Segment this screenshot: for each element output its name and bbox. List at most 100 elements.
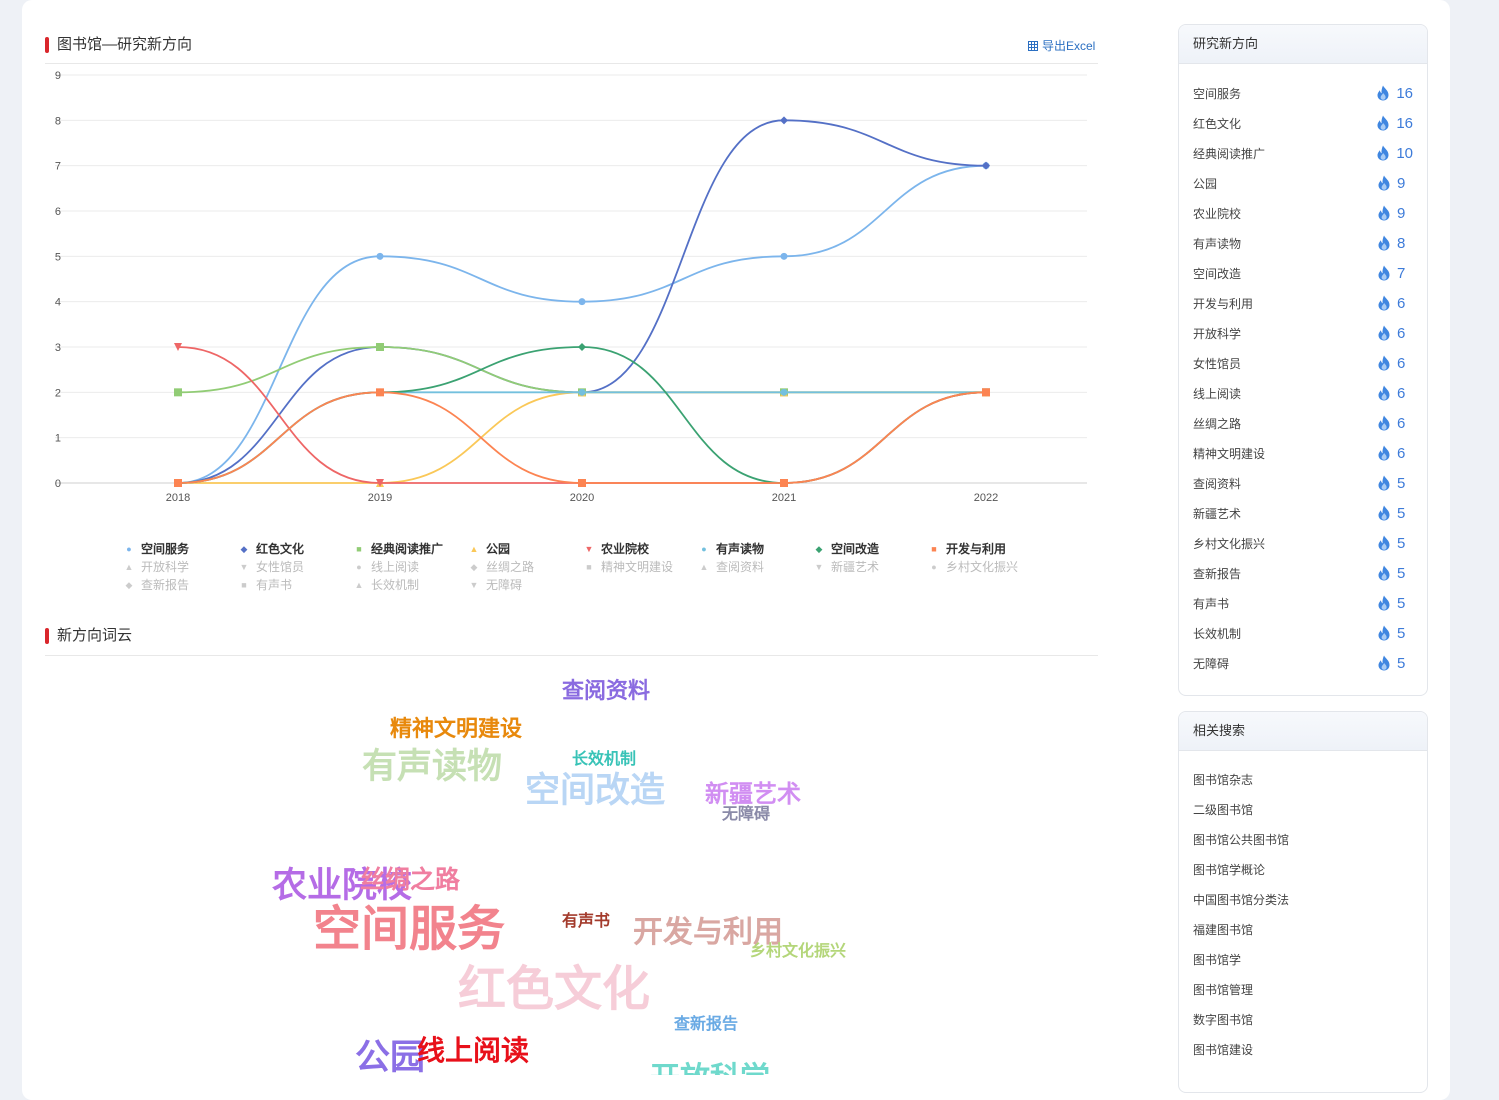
- research-direction-count: 6: [1397, 354, 1406, 372]
- wc-word[interactable]: 红色文化: [458, 966, 650, 1014]
- research-direction-item[interactable]: 红色文化 16: [1179, 108, 1427, 138]
- legend-item[interactable]: ■ 有声书: [237, 576, 352, 594]
- wc-word[interactable]: 查新报告: [674, 1017, 738, 1033]
- research-direction-count: 6: [1397, 384, 1406, 402]
- legend-marker: ◆: [125, 580, 133, 590]
- wc-word[interactable]: 无障碍: [722, 807, 770, 823]
- legend-item[interactable]: ▼ 新疆艺术: [812, 558, 927, 576]
- research-direction-item[interactable]: 线上阅读 6: [1179, 378, 1427, 408]
- legend-item[interactable]: ● 有声读物: [697, 540, 812, 558]
- legend-item[interactable]: ◆ 空间改造: [812, 540, 927, 558]
- legend-item[interactable]: ● 空间服务: [122, 540, 237, 558]
- legend-item[interactable]: ▲ 公园: [467, 540, 582, 558]
- research-direction-item[interactable]: 经典阅读推广 10: [1179, 138, 1427, 168]
- wc-word[interactable]: 线上阅读: [417, 1037, 529, 1065]
- related-search-item[interactable]: 图书馆公共图书馆: [1179, 825, 1427, 855]
- research-direction-item[interactable]: 查阅资料 5: [1179, 468, 1427, 498]
- legend-item[interactable]: ■ 开发与利用: [927, 540, 1042, 558]
- legend-label: 精神文明建设: [601, 560, 674, 574]
- research-direction-item[interactable]: 丝绸之路 6: [1179, 408, 1427, 438]
- research-direction-item[interactable]: 公园 9: [1179, 168, 1427, 198]
- related-search-item[interactable]: 图书馆学概论: [1179, 855, 1427, 885]
- legend-label: 有声书: [256, 578, 293, 592]
- legend-label: 女性馆员: [256, 560, 305, 574]
- related-search-item[interactable]: 图书馆管理: [1179, 975, 1427, 1005]
- series-空间改造: [174, 343, 990, 487]
- series-农业院校: [174, 343, 990, 487]
- research-direction-item[interactable]: 空间改造 7: [1179, 258, 1427, 288]
- legend-marker: ▼: [584, 544, 594, 554]
- related-search-list: 图书馆杂志 二级图书馆 图书馆公共图书馆 图书馆学概论 中国图书馆分类法 福建图书馆 图书馆…: [1179, 751, 1427, 1065]
- legend-marker: ▼: [469, 580, 479, 590]
- related-search-item[interactable]: 图书馆学: [1179, 945, 1427, 975]
- wc-word[interactable]: 空间改造: [525, 773, 665, 808]
- legend-item[interactable]: ▲ 查阅资料: [697, 558, 812, 576]
- related-search-item[interactable]: 中国图书馆分类法: [1179, 885, 1427, 915]
- data-point: [376, 388, 384, 397]
- legend-item[interactable]: ▼ 无障碍: [467, 576, 582, 594]
- legend-item[interactable]: ◆ 丝绸之路: [467, 558, 582, 576]
- research-direction-item[interactable]: 精神文明建设 6: [1179, 438, 1427, 468]
- legend-row: ◆ 查新报告 ■ 有声书 ▲ 长效机制 ▼ 无障碍: [122, 576, 582, 594]
- wc-word[interactable]: 有声书: [562, 914, 610, 930]
- legend-item[interactable]: ■ 经典阅读推广: [352, 540, 467, 558]
- y-tick-label: 8: [55, 115, 61, 127]
- research-direction-label: 无障碍: [1193, 656, 1230, 671]
- wc-word[interactable]: 丝绸之路: [360, 868, 460, 893]
- research-direction-count: 5: [1397, 564, 1406, 582]
- related-search-item[interactable]: 图书馆杂志: [1179, 765, 1427, 795]
- research-direction-count: 6: [1397, 324, 1406, 342]
- wc-word[interactable]: 查阅资料: [562, 680, 650, 702]
- legend-item[interactable]: ● 线上阅读: [352, 558, 467, 576]
- legend-marker: ◆: [470, 562, 478, 572]
- legend-item[interactable]: ▼ 农业院校: [582, 540, 697, 558]
- wc-word[interactable]: 新疆艺术: [705, 783, 801, 807]
- wc-word[interactable]: 精神文明建设: [390, 718, 522, 740]
- research-direction-item[interactable]: 空间服务 16: [1179, 78, 1427, 108]
- research-direction-item[interactable]: 农业院校 9: [1179, 198, 1427, 228]
- wc-word[interactable]: 空间服务: [313, 906, 505, 954]
- legend-label: 查阅资料: [716, 560, 765, 574]
- research-direction-label: 经典阅读推广: [1193, 146, 1266, 161]
- related-search-item[interactable]: 二级图书馆: [1179, 795, 1427, 825]
- research-direction-item[interactable]: 有声读物 8: [1179, 228, 1427, 258]
- research-direction-item[interactable]: 长效机制 5: [1179, 618, 1427, 648]
- legend-item[interactable]: ● 乡村文化振兴: [927, 558, 1042, 576]
- legend-marker: ▲: [354, 580, 364, 590]
- legend-item[interactable]: ■ 精神文明建设: [582, 558, 697, 576]
- legend-item[interactable]: ◆ 查新报告: [122, 576, 237, 594]
- related-search-item[interactable]: 数字图书馆: [1179, 1005, 1427, 1035]
- research-direction-item[interactable]: 女性馆员 6: [1179, 348, 1427, 378]
- research-direction-item[interactable]: 有声书 5: [1179, 588, 1427, 618]
- research-direction-item[interactable]: 开放科学 6: [1179, 318, 1427, 348]
- data-point: [578, 343, 586, 351]
- data-point: [780, 388, 788, 396]
- legend-item[interactable]: ▲ 开放科学: [122, 558, 237, 576]
- legend-item[interactable]: ◆ 红色文化: [237, 540, 352, 558]
- wordcloud-section-title: 新方向词云: [45, 627, 132, 645]
- legend-label: 经典阅读推广: [371, 542, 444, 556]
- export-excel-button[interactable]: 导出Excel: [1028, 37, 1095, 54]
- research-direction-item[interactable]: 开发与利用 6: [1179, 288, 1427, 318]
- legend-item[interactable]: ▼ 女性馆员: [237, 558, 352, 576]
- legend-marker: ◆: [240, 544, 248, 554]
- research-direction-item[interactable]: 无障碍 5: [1179, 648, 1427, 678]
- research-direction-item[interactable]: 新疆艺术 5: [1179, 498, 1427, 528]
- wc-word[interactable]: 长效机制: [572, 752, 636, 768]
- related-search-item[interactable]: 图书馆建设: [1179, 1035, 1427, 1065]
- wc-word[interactable]: 有声读物: [362, 749, 502, 784]
- related-search-item[interactable]: 福建图书馆: [1179, 915, 1427, 945]
- wc-word[interactable]: 公园: [355, 1040, 425, 1075]
- legend-label: 农业院校: [601, 542, 650, 556]
- wc-word[interactable]: 开放科学: [650, 1064, 770, 1076]
- legend-marker: ◆: [815, 544, 823, 554]
- wc-word[interactable]: 乡村文化振兴: [750, 944, 846, 960]
- research-direction-count: 5: [1397, 654, 1406, 672]
- legend-item[interactable]: ▲ 长效机制: [352, 576, 467, 594]
- research-direction-item[interactable]: 乡村文化振兴 5: [1179, 528, 1427, 558]
- legend-label: 查新报告: [141, 578, 190, 592]
- research-direction-item[interactable]: 查新报告 5: [1179, 558, 1427, 588]
- x-tick-label: 2018: [166, 492, 190, 504]
- fire-icon: [1378, 355, 1390, 371]
- research-direction-count: 16: [1396, 84, 1413, 102]
